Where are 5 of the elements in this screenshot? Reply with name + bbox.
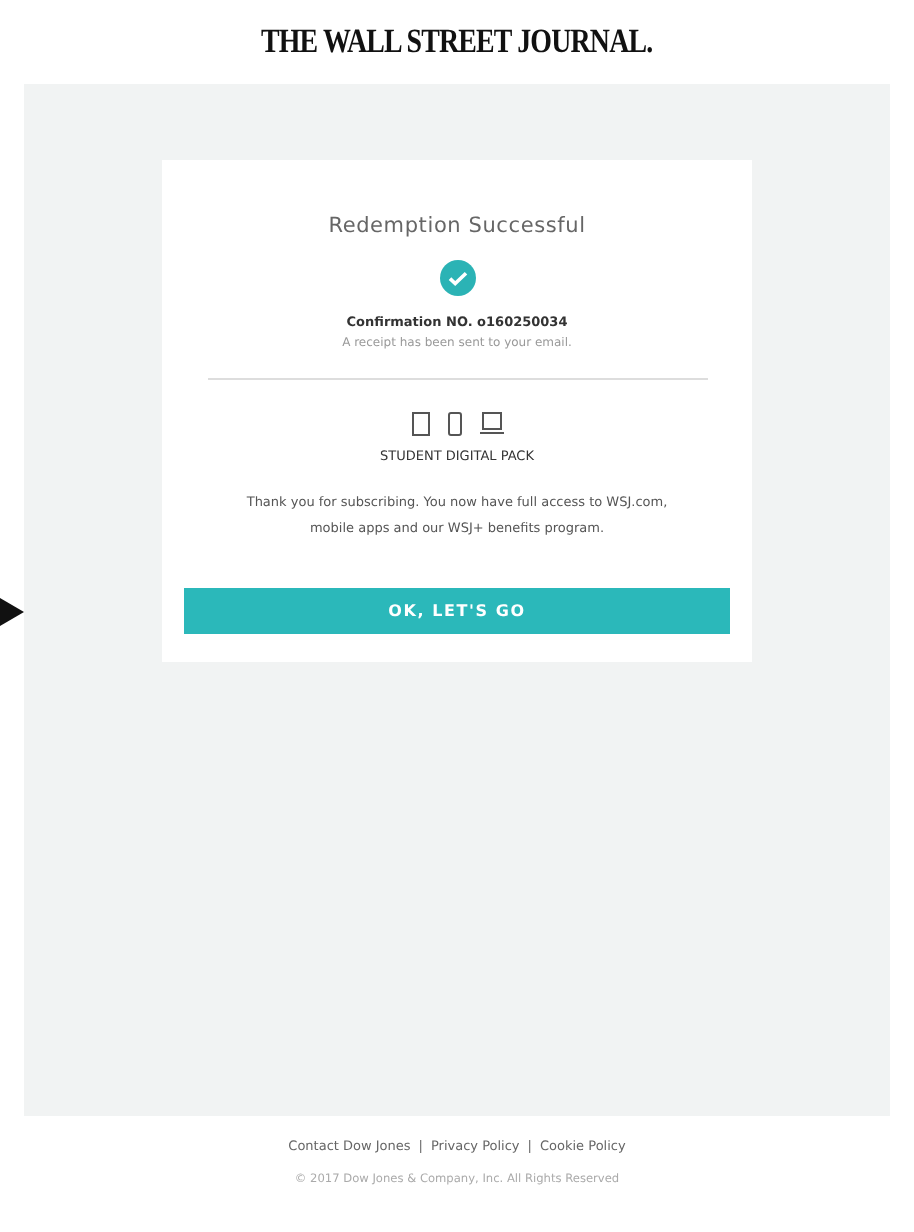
card-title: Redemption Successful	[328, 214, 586, 238]
pointer-arrow-icon	[0, 598, 24, 626]
check-circle-icon	[439, 260, 475, 296]
devices-icon	[411, 412, 503, 436]
masthead-logo: THE WALL STREET JOURNAL.	[261, 22, 653, 62]
